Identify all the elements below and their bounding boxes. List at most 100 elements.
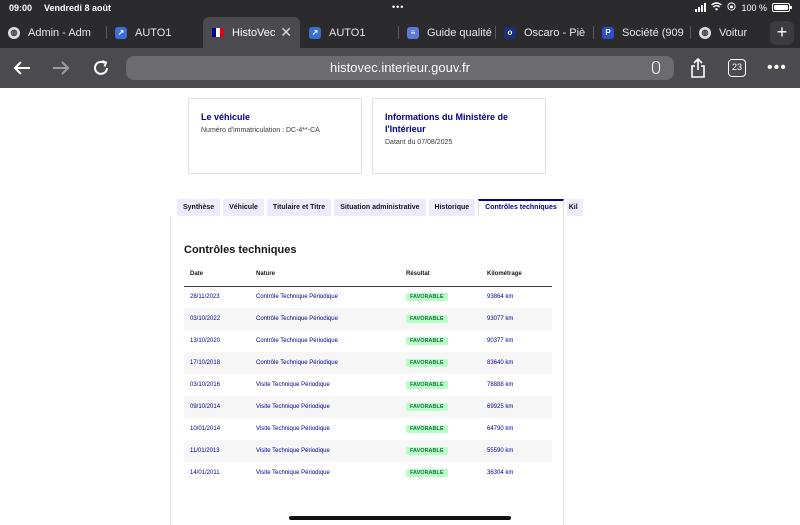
browser-tab-bar: ◍ Admin - Adm ↗ AUTO1 HistoVec ✕ ↗ AUTO1… (0, 17, 800, 48)
new-tab-button[interactable]: + (770, 21, 794, 45)
browser-tab-voiture[interactable]: ◍ Voitur (690, 17, 756, 48)
reload-icon[interactable] (88, 56, 114, 80)
cell-result: FAVORABLE (400, 396, 481, 418)
vehicle-card: Le véhicule Numéro d'immatriculation : D… (188, 98, 362, 174)
more-options-icon[interactable]: ••• (767, 59, 787, 77)
ministry-card: Informations du Ministère de l'Intérieur… (372, 98, 546, 174)
cell-date: 17/10/2018 (184, 352, 250, 374)
vehicle-card-subtitle: Numéro d'immatriculation : DC-4**-CA (201, 127, 320, 134)
browser-tab-label: AUTO1 (135, 26, 172, 39)
cell-nature: Visite Technique Périodique (256, 382, 330, 388)
status-bar: 09:00 Vendredi 8 août ••• 100 % (0, 0, 800, 17)
cell-km: 93077 km (481, 308, 552, 330)
cell-nature: Visite Technique Périodique (250, 440, 400, 462)
tab-kilometrage[interactable]: Kil (566, 199, 583, 216)
table-row: 28/11/2023 Contrôle Technique Périodique F… (184, 286, 552, 308)
status-date: Vendredi 8 août (44, 3, 112, 13)
tab-count-button[interactable]: 23 (728, 59, 746, 77)
address-bar[interactable]: histovec.interieur.gouv.fr (126, 56, 674, 80)
cell-result: FAVORABLE (400, 418, 481, 440)
browser-tab-admin[interactable]: ◍ Admin - Adm (8, 17, 106, 48)
tab-historique[interactable]: Historique (428, 199, 476, 216)
url-text: histovec.interieur.gouv.fr (330, 60, 470, 75)
browser-tab-auto1[interactable]: ↗ AUTO1 (106, 17, 203, 48)
battery-percent: 100 % (741, 2, 767, 13)
ministry-card-title: Informations du Ministère de l'Intérieur (385, 112, 509, 134)
cell-result: FAVORABLE (400, 330, 481, 352)
cell-date: 03/10/2016 (190, 382, 221, 388)
page-tabs: Synthèse Véhicule Titulaire et Titre Sit… (177, 199, 583, 216)
close-tab-icon[interactable]: ✕ (280, 24, 292, 41)
tab-synthese[interactable]: Synthèse (177, 199, 221, 216)
share-icon[interactable] (690, 57, 706, 83)
browser-tab-societe[interactable]: P Société (909 (593, 17, 690, 48)
cell-nature: Visite Technique Périodique (256, 470, 330, 476)
cell-result: FAVORABLE (400, 352, 481, 374)
battery-icon (772, 3, 792, 12)
browser-tab-guide[interactable]: ≡ Guide qualité (398, 17, 495, 48)
vehicle-card-title: Le véhicule (201, 112, 251, 122)
guide-icon: ≡ (407, 26, 419, 39)
result-badge: FAVORABLE (406, 337, 448, 345)
controles-table: Date Nature Résultat Kilométrage 28/11/2… (184, 262, 552, 484)
cell-result: FAVORABLE (400, 462, 481, 484)
tab-vehicule[interactable]: Véhicule (223, 199, 264, 216)
cell-result: FAVORABLE (400, 286, 481, 308)
col-result: Résultat (400, 262, 481, 287)
section-title: Contrôles techniques (184, 244, 297, 256)
pappers-icon: P (602, 26, 614, 39)
ministry-card-subtitle: Datant du 07/08/2025 (385, 139, 453, 146)
tab-controles-techniques[interactable]: Contrôles techniques (478, 199, 564, 216)
cellular-signal-icon (695, 3, 707, 12)
browser-tab-label: Guide qualité (427, 26, 492, 39)
cell-result: FAVORABLE (400, 308, 481, 330)
table-header-row: Date Nature Résultat Kilométrage (184, 262, 552, 287)
cell-date: 03/10/2022 (184, 308, 250, 330)
forward-icon[interactable] (48, 56, 74, 80)
microphone-icon[interactable] (652, 61, 660, 74)
back-icon[interactable] (9, 56, 35, 80)
table-row: 17/10/2018 Contrôle Technique Périodique F… (184, 352, 552, 374)
auto1-icon: ↗ (115, 26, 127, 39)
cell-date: 28/11/2023 (190, 294, 220, 301)
browser-tab-label: Admin - Adm (28, 26, 91, 39)
browser-tab-auto1-2[interactable]: ↗ AUTO1 (300, 17, 398, 48)
col-km: Kilométrage (481, 262, 552, 287)
browser-tab-oscaro[interactable]: o Oscaro - Piè (495, 17, 593, 48)
cell-km: 90377 km (487, 338, 514, 344)
tab-situation[interactable]: Situation administrative (334, 199, 426, 216)
cell-km: 78888 km (487, 382, 514, 388)
status-right: 100 % (695, 2, 792, 13)
globe-icon: ◍ (699, 26, 711, 39)
home-indicator[interactable] (289, 516, 511, 520)
cell-result: FAVORABLE (400, 440, 481, 462)
result-badge: FAVORABLE (406, 425, 448, 433)
result-badge: FAVORABLE (406, 403, 448, 411)
cell-date: 13/10/2020 (190, 338, 221, 344)
cell-nature: Visite Technique Périodique (250, 396, 400, 418)
marianne-flag-icon (212, 28, 224, 37)
col-date: Date (184, 262, 250, 287)
browser-tab-histovec[interactable]: HistoVec ✕ (203, 17, 300, 48)
browser-tab-label: Voitur (719, 26, 748, 39)
cell-nature: Contrôle Technique Périodique (256, 294, 338, 301)
table-row: 09/10/2014 Visite Technique Périodique FAV… (184, 396, 552, 418)
table-row: 03/10/2016 Visite Technique Périodique FAV… (184, 374, 552, 396)
browser-tab-label: AUTO1 (329, 26, 366, 39)
browser-tab-label: HistoVec (232, 26, 276, 39)
tab-titulaire[interactable]: Titulaire et Titre (266, 199, 332, 216)
browser-tab-label: Oscaro - Piè (524, 26, 586, 39)
cell-date: 11/01/2013 (184, 440, 250, 462)
cell-nature: Visite Technique Périodique (256, 426, 330, 432)
table-row: 14/01/2011 Visite Technique Périodique FAV… (184, 462, 552, 484)
result-badge: FAVORABLE (406, 359, 448, 367)
result-badge: FAVORABLE (406, 293, 448, 302)
browser-toolbar: histovec.interieur.gouv.fr (0, 48, 800, 88)
multitask-dots-icon[interactable]: ••• (392, 2, 404, 12)
cell-km: 83640 km (481, 352, 552, 374)
cell-km: 55590 km (481, 440, 552, 462)
result-badge: FAVORABLE (406, 447, 448, 455)
table-row: 10/01/2014 Visite Technique Périodique FAV… (184, 418, 552, 440)
cell-km: 64790 km (487, 426, 514, 432)
table-row: 03/10/2022 Contrôle Technique Périodique F… (184, 308, 552, 330)
